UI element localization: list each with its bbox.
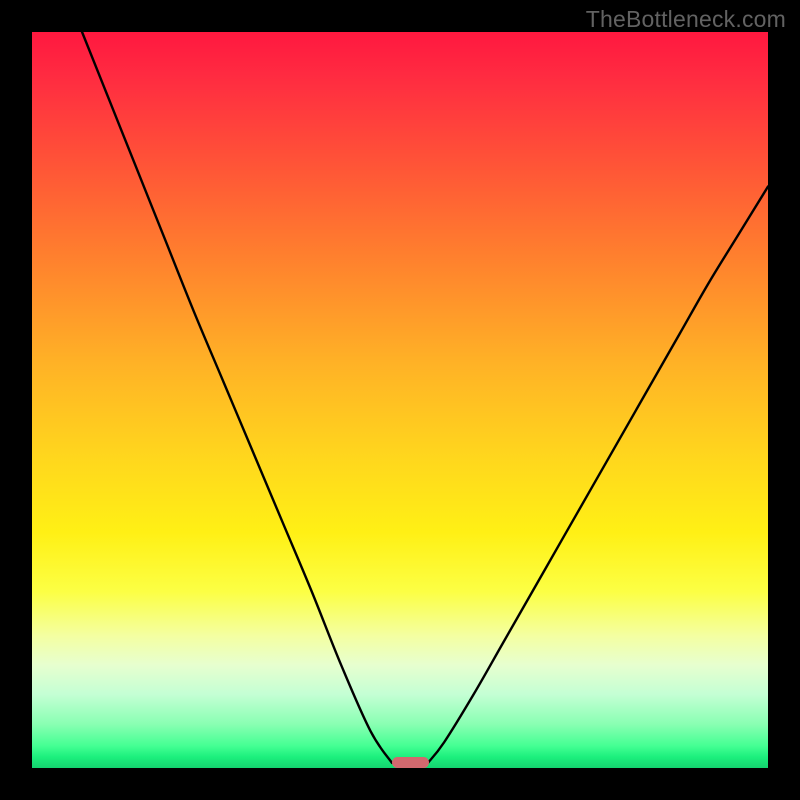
curves-layer: [0, 0, 800, 800]
curve-right-curve: [428, 187, 768, 763]
canvas: TheBottleneck.com: [0, 0, 800, 800]
minimum-marker: [392, 757, 429, 768]
curve-left-curve: [82, 32, 392, 763]
